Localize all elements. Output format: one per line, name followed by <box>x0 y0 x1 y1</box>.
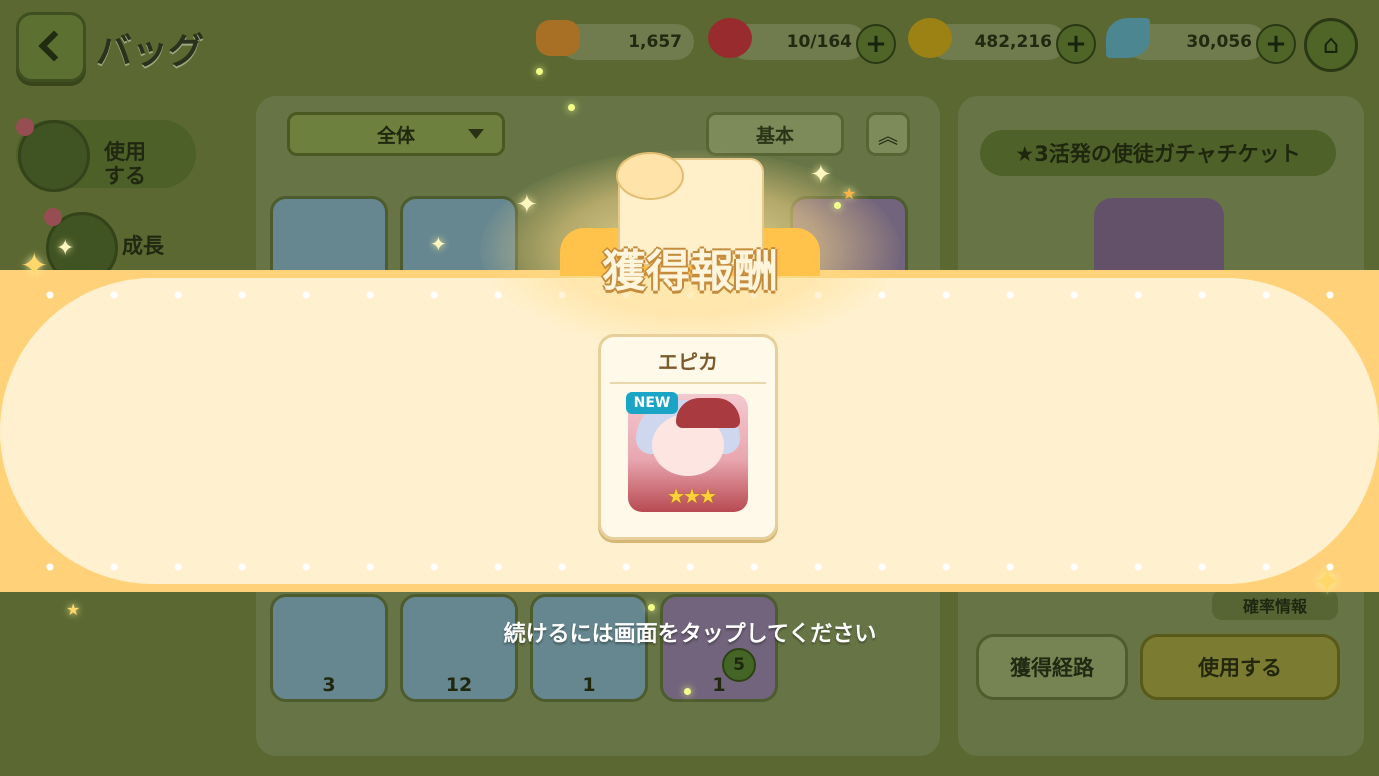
bow-icon <box>616 152 684 200</box>
band-dots-bottom <box>0 562 1379 572</box>
sparkle-icon: ✦ <box>56 236 75 261</box>
continue-hint: 続けるには画面をタップしてください <box>503 622 877 647</box>
portrait-hat <box>676 398 740 428</box>
sparkle-icon: ✦ <box>810 160 832 190</box>
reward-title: 獲得報酬 <box>602 246 778 297</box>
new-badge: NEW <box>626 392 678 414</box>
sparkle-icon: ✦ <box>516 190 538 220</box>
glow-dot <box>834 202 841 209</box>
glow-dot <box>568 104 575 111</box>
sparkle-icon: ✦ <box>1312 562 1343 603</box>
glow-dot <box>648 604 655 611</box>
sparkle-icon: ✦ <box>20 246 49 286</box>
glow-dot <box>684 688 691 695</box>
rarity-stars: ★★★ <box>667 484 717 508</box>
card-divider <box>610 382 766 384</box>
sparkle-icon: ✦ <box>430 232 447 256</box>
glow-dot <box>536 68 543 75</box>
character-name: エピカ <box>658 350 718 374</box>
sparkle-icon: ★ <box>66 600 81 619</box>
sparkle-icon: ★ <box>842 184 857 203</box>
